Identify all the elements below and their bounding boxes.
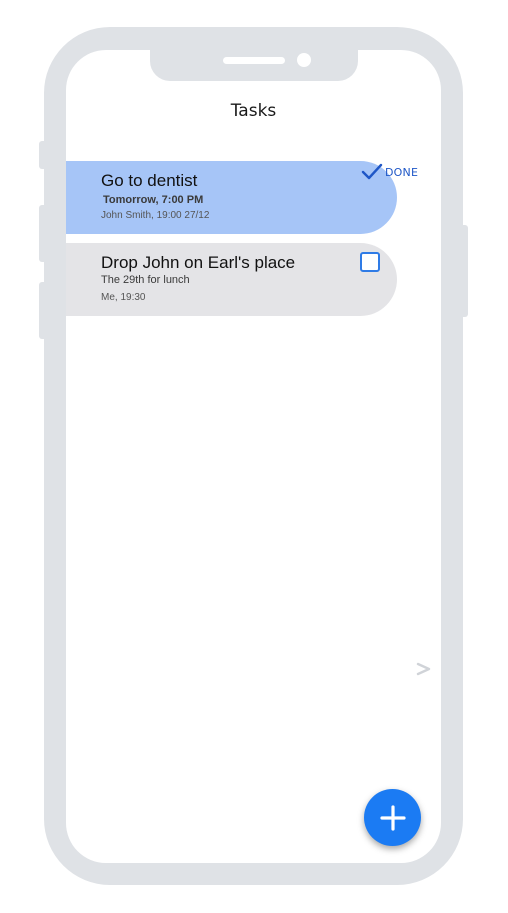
task-item-done[interactable]: Go to dentist Tomorrow, 7:00 PM John Smi… [66,161,397,234]
add-task-button[interactable] [364,789,421,846]
speaker [223,57,285,64]
side-button-silent [39,141,45,169]
task-checkbox[interactable] [360,252,380,272]
chevron-right-icon[interactable] [416,662,432,676]
task-due: Tomorrow, 7:00 PM [103,194,204,206]
task-item-pending[interactable]: Drop John on Earl's place The 29th for l… [66,243,397,316]
side-button-volume-up [39,205,45,262]
task-meta: John Smith, 19:00 27/12 [101,210,210,221]
page-title: Tasks [230,101,277,121]
checkmark-icon [361,163,383,180]
side-button-power [462,225,468,317]
done-toggle[interactable]: DONE [361,162,418,182]
front-camera [297,53,311,67]
task-meta: Me, 19:30 [101,292,146,303]
plus-icon [379,804,406,831]
task-title: Drop John on Earl's place [101,253,296,272]
task-title: Go to dentist [101,171,198,190]
done-label: DONE [385,165,419,179]
side-button-volume-down [39,282,45,339]
task-due: The 29th for lunch [101,274,190,286]
